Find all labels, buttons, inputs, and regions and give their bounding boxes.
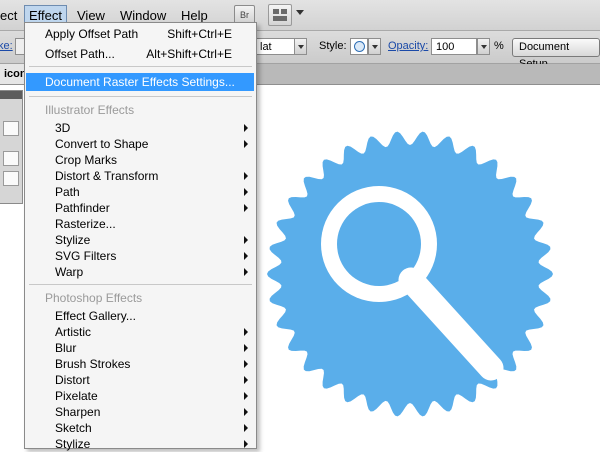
effect-menu: Apply Offset Path Shift+Ctrl+E Offset Pa… [24, 22, 257, 452]
menu-item-label: Distort [55, 373, 90, 387]
magnifier-badge-icon[interactable] [265, 128, 555, 420]
menu-item-warp[interactable]: Warp [25, 264, 256, 280]
submenu-arrow-icon [244, 424, 248, 432]
grid-icon [281, 9, 287, 14]
grid-icon [273, 9, 279, 14]
menu-item-label: Pathfinder [55, 201, 110, 215]
opacity-label[interactable]: Opacity: [388, 40, 428, 52]
menu-item-stylize[interactable]: Stylize [25, 232, 256, 248]
style-dropdown[interactable] [368, 38, 381, 55]
menu-separator [29, 284, 252, 285]
submenu-arrow-icon [244, 172, 248, 180]
submenu-arrow-icon [244, 268, 248, 276]
menu-item-label: Crop Marks [55, 153, 118, 167]
menu-item-label: Path [55, 185, 80, 199]
menu-item-sharpen[interactable]: Sharpen [25, 404, 256, 420]
menu-item-artistic[interactable]: Artistic [25, 324, 256, 340]
menu-item-label: Brush Strokes [55, 357, 131, 371]
panel-control[interactable] [3, 171, 19, 186]
menu-item-label: Stylize [55, 437, 91, 451]
submenu-arrow-icon [244, 360, 248, 368]
document-setup-button[interactable]: Document Setup [512, 38, 600, 70]
panel-control[interactable] [3, 121, 19, 136]
menu-item-blur[interactable]: Blur [25, 340, 256, 356]
brush-dropdown[interactable] [294, 38, 307, 55]
menu-item-rasterize[interactable]: Rasterize... [25, 216, 256, 232]
menu-item-path[interactable]: Path [25, 184, 256, 200]
menu-item-label: Sketch [55, 421, 92, 435]
menu-item-distort[interactable]: Distort [25, 372, 256, 388]
arrange-documents-button[interactable] [268, 4, 292, 26]
submenu-arrow-icon [244, 140, 248, 148]
menu-item-label: Document Raster Effects Settings... [45, 75, 235, 89]
menu-item-crop-marks[interactable]: Crop Marks [25, 152, 256, 168]
menu-separator [29, 96, 252, 97]
graphic-style-swatch[interactable] [350, 38, 368, 55]
section-header-label: Photoshop Effects [45, 291, 143, 305]
menu-item-sketch[interactable]: Sketch [25, 420, 256, 436]
menu-item-label: Warp [55, 265, 84, 279]
menu-item-3d[interactable]: 3D [25, 120, 256, 136]
menu-item-label: Stylize [55, 233, 91, 247]
menu-item-stylize-ps[interactable]: Stylize [25, 436, 256, 452]
panel-control[interactable] [3, 151, 19, 166]
percent-label: % [494, 40, 504, 52]
submenu-arrow-icon [244, 392, 248, 400]
section-header-label: Illustrator Effects [45, 103, 135, 117]
illustrator-effects-header: Illustrator Effects [25, 102, 256, 118]
submenu-arrow-icon [244, 236, 248, 244]
menu-item-effect-gallery[interactable]: Effect Gallery... [25, 308, 256, 324]
opacity-dropdown[interactable] [477, 38, 490, 55]
menu-item-label: Offset Path... [45, 47, 115, 61]
style-label: Style: [319, 40, 347, 52]
menu-item-document-raster-effects-settings[interactable]: Document Raster Effects Settings... [26, 73, 254, 91]
menu-item-label: Pixelate [55, 389, 98, 403]
menu-item-pathfinder[interactable]: Pathfinder [25, 200, 256, 216]
submenu-arrow-icon [244, 328, 248, 336]
menu-item-label: Convert to Shape [55, 137, 149, 151]
menu-select[interactable]: ect [0, 6, 21, 26]
menu-item-label: Apply Offset Path [45, 27, 139, 41]
submenu-arrow-icon [244, 344, 248, 352]
menu-separator [29, 66, 252, 67]
photoshop-effects-header: Photoshop Effects [25, 290, 256, 306]
submenu-arrow-icon [244, 124, 248, 132]
menu-item-label: Sharpen [55, 405, 101, 419]
chevron-down-icon[interactable] [296, 10, 304, 15]
menu-item-pixelate[interactable]: Pixelate [25, 388, 256, 404]
submenu-arrow-icon [244, 376, 248, 384]
menu-item-label: Distort & Transform [55, 169, 159, 183]
menu-item-brush-strokes[interactable]: Brush Strokes [25, 356, 256, 372]
menu-item-label: Rasterize... [55, 217, 116, 231]
submenu-arrow-icon [244, 408, 248, 416]
menu-item-svg-filters[interactable]: SVG Filters [25, 248, 256, 264]
panel-header[interactable] [0, 91, 22, 99]
grid-icon [273, 16, 287, 21]
menu-item-label: 3D [55, 121, 71, 135]
submenu-arrow-icon [244, 204, 248, 212]
menu-item-apply-offset-path[interactable]: Apply Offset Path Shift+Ctrl+E [25, 26, 256, 42]
menu-item-shortcut: Alt+Shift+Ctrl+E [146, 47, 232, 61]
menu-item-distort-transform[interactable]: Distort & Transform [25, 168, 256, 184]
floating-panel [0, 90, 23, 204]
opacity-input[interactable]: 100 [431, 38, 477, 55]
menu-item-label: Blur [55, 341, 77, 355]
menu-item-offset-path[interactable]: Offset Path... Alt+Shift+Ctrl+E [25, 46, 256, 62]
submenu-arrow-icon [244, 252, 248, 260]
menu-item-shortcut: Shift+Ctrl+E [167, 27, 232, 41]
menu-item-convert-to-shape[interactable]: Convert to Shape [25, 136, 256, 152]
stroke-label[interactable]: ke: [0, 40, 13, 52]
submenu-arrow-icon [244, 188, 248, 196]
menu-item-label: Artistic [55, 325, 91, 339]
menu-item-label: SVG Filters [55, 249, 117, 263]
menu-item-label: Effect Gallery... [55, 309, 136, 323]
